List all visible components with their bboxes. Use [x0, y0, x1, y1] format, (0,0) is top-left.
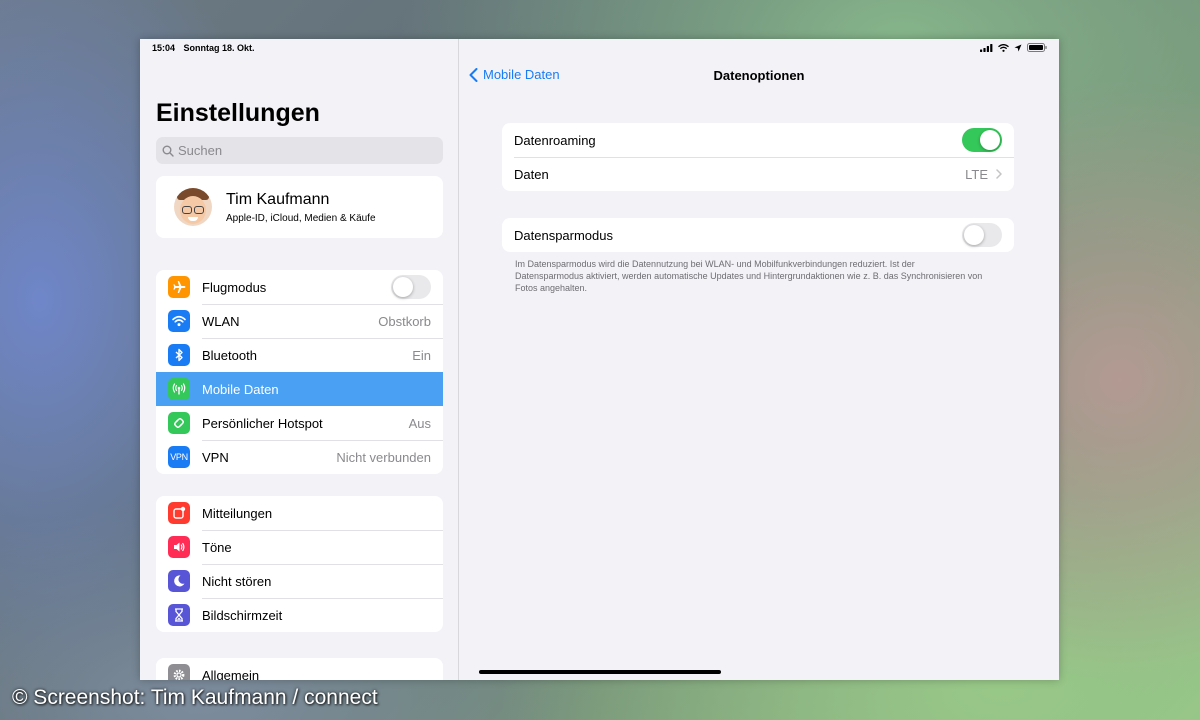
- sidebar-item-label: Töne: [202, 539, 232, 555]
- datenroaming-row[interactable]: Datenroaming: [502, 123, 1014, 157]
- cellular-signal-icon: [980, 43, 993, 52]
- datensparmodus-row[interactable]: Datensparmodus: [502, 218, 1014, 252]
- airplane-icon: [168, 276, 190, 298]
- notifications-group: Mitteilungen Töne Nicht stören Bildschir…: [156, 496, 443, 632]
- hotspot-icon: [168, 412, 190, 434]
- profile-subtitle: Apple-ID, iCloud, Medien & Käufe: [226, 212, 376, 224]
- back-button[interactable]: Mobile Daten: [469, 67, 560, 82]
- connectivity-group: Flugmodus WLAN Obstkorb Bluetooth Ein Mo…: [156, 270, 443, 474]
- sidebar-item-label: WLAN: [202, 313, 240, 329]
- sidebar-item-hotspot[interactable]: Persönlicher Hotspot Aus: [156, 406, 443, 440]
- bluetooth-value: Ein: [412, 347, 431, 363]
- sidebar-item-mobile-daten[interactable]: Mobile Daten: [156, 372, 443, 406]
- search-placeholder: Suchen: [178, 143, 223, 158]
- status-date: Sonntag 18. Okt.: [183, 43, 255, 53]
- antenna-icon: [168, 378, 190, 400]
- wifi-status-icon: [998, 43, 1009, 52]
- detail-pane: Datenoptionen Mobile Daten Datenroaming …: [459, 39, 1059, 680]
- sidebar-item-allgemein[interactable]: Allgemein: [156, 658, 443, 680]
- flugmodus-toggle[interactable]: [391, 275, 431, 299]
- daten-row[interactable]: Daten LTE: [502, 157, 1014, 191]
- sidebar-item-label: Bluetooth: [202, 347, 257, 363]
- sidebar-item-toene[interactable]: Töne: [156, 530, 443, 564]
- sidebar-item-label: Bildschirmzeit: [202, 607, 283, 623]
- sidebar-item-label: Allgemein: [202, 667, 260, 681]
- vpn-value: Nicht verbunden: [336, 449, 431, 465]
- datensparmodus-group: Datensparmodus: [502, 218, 1014, 252]
- status-bar-right: [980, 43, 1047, 52]
- bluetooth-icon: [168, 344, 190, 366]
- avatar: [174, 188, 212, 226]
- moon-icon: [168, 570, 190, 592]
- search-field[interactable]: Suchen: [156, 137, 443, 164]
- chevron-left-icon: [469, 67, 478, 82]
- daten-label: Daten: [514, 166, 549, 182]
- sidebar-item-bildschirmzeit[interactable]: Bildschirmzeit: [156, 598, 443, 632]
- gear-icon: [168, 664, 190, 680]
- battery-icon: [1027, 43, 1047, 52]
- navigation-bar: Datenoptionen Mobile Daten: [459, 67, 1059, 87]
- sidebar-item-label: Mitteilungen: [202, 505, 273, 521]
- apple-id-profile[interactable]: Tim Kaufmann Apple-ID, iCloud, Medien & …: [156, 176, 443, 238]
- page-title: Einstellungen: [156, 99, 320, 127]
- datenroaming-toggle[interactable]: [962, 128, 1002, 152]
- sidebar-item-bluetooth[interactable]: Bluetooth Ein: [156, 338, 443, 372]
- sidebar-item-vpn[interactable]: VPN VPN Nicht verbunden: [156, 440, 443, 474]
- status-bar-left: 15:04 Sonntag 18. Okt.: [152, 43, 255, 53]
- notifications-icon: [168, 502, 190, 524]
- sidebar-item-flugmodus[interactable]: Flugmodus: [156, 270, 443, 304]
- screenshot-watermark: © Screenshot: Tim Kaufmann / connect: [12, 686, 378, 709]
- datensparmodus-label: Datensparmodus: [514, 227, 613, 243]
- datenroaming-label: Datenroaming: [514, 132, 596, 148]
- hotspot-value: Aus: [408, 415, 431, 431]
- status-time: 15:04: [152, 43, 176, 53]
- roaming-group: Datenroaming Daten LTE: [502, 123, 1014, 191]
- datensparmodus-footnote: Im Datensparmodus wird die Datennutzung …: [515, 259, 983, 293]
- sidebar-item-label: Nicht stören: [202, 573, 272, 589]
- daten-value: LTE: [965, 166, 988, 182]
- search-icon: [162, 145, 174, 157]
- vpn-icon: VPN: [168, 446, 190, 468]
- sidebar-item-nicht-stoeren[interactable]: Nicht stören: [156, 564, 443, 598]
- sidebar-item-label: Flugmodus: [202, 279, 267, 295]
- datensparmodus-toggle[interactable]: [962, 223, 1002, 247]
- sidebar-item-label: Mobile Daten: [202, 381, 279, 397]
- back-button-label: Mobile Daten: [483, 67, 560, 82]
- ipad-screen: 15:04 Sonntag 18. Okt. Einstellungen Suc…: [140, 39, 1059, 680]
- sidebar-item-label: Persönlicher Hotspot: [202, 415, 323, 431]
- profile-name: Tim Kaufmann: [226, 190, 330, 208]
- general-group: Allgemein: [156, 658, 443, 680]
- wifi-icon: [168, 310, 190, 332]
- wlan-value: Obstkorb: [378, 313, 431, 329]
- speaker-icon: [168, 536, 190, 558]
- hourglass-icon: [168, 604, 190, 626]
- home-indicator[interactable]: [479, 670, 721, 674]
- settings-sidebar: 15:04 Sonntag 18. Okt. Einstellungen Suc…: [140, 39, 459, 680]
- chevron-right-icon: [996, 169, 1002, 179]
- sidebar-item-wlan[interactable]: WLAN Obstkorb: [156, 304, 443, 338]
- sidebar-item-mitteilungen[interactable]: Mitteilungen: [156, 496, 443, 530]
- location-icon: [1014, 44, 1022, 51]
- sidebar-item-label: VPN: [202, 449, 229, 465]
